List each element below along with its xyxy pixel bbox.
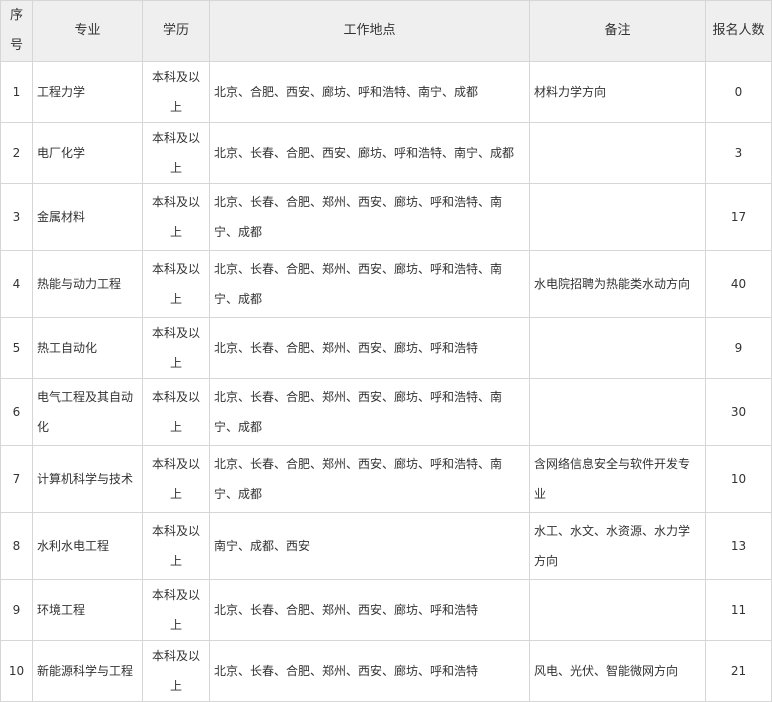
cell-education: 本科及以上 xyxy=(142,183,210,251)
cell-note: 风电、光伏、智能微网方向 xyxy=(529,640,706,702)
header-no: 序号 xyxy=(0,0,33,62)
cell-education: 本科及以上 xyxy=(142,512,210,580)
table-row: 7 计算机科学与技术 本科及以上 北京、长春、合肥、郑州、西安、廊坊、呼和浩特、… xyxy=(0,445,772,513)
cell-note xyxy=(529,317,706,379)
cell-major: 电气工程及其自动化 xyxy=(32,378,143,446)
cell-location: 北京、长春、合肥、郑州、西安、廊坊、呼和浩特 xyxy=(209,640,530,702)
header-education: 学历 xyxy=(142,0,210,62)
cell-no: 6 xyxy=(0,378,33,446)
cell-no: 7 xyxy=(0,445,33,513)
cell-note xyxy=(529,579,706,641)
cell-major: 电厂化学 xyxy=(32,122,143,184)
table-row: 3 金属材料 本科及以上 北京、长春、合肥、郑州、西安、廊坊、呼和浩特、南宁、成… xyxy=(0,183,772,251)
cell-location: 南宁、成都、西安 xyxy=(209,512,530,580)
table-body: 1 工程力学 本科及以上 北京、合肥、西安、廊坊、呼和浩特、南宁、成都 材料力学… xyxy=(0,61,772,702)
cell-education: 本科及以上 xyxy=(142,579,210,641)
cell-no: 8 xyxy=(0,512,33,580)
header-row: 序号 专业 学历 工作地点 备注 报名人数 xyxy=(0,0,772,62)
table-row: 8 水利水电工程 本科及以上 南宁、成都、西安 水工、水文、水资源、水力学方向 … xyxy=(0,512,772,580)
table-row: 10 新能源科学与工程 本科及以上 北京、长春、合肥、郑州、西安、廊坊、呼和浩特… xyxy=(0,640,772,702)
cell-location: 北京、合肥、西安、廊坊、呼和浩特、南宁、成都 xyxy=(209,61,530,123)
table-header: 序号 专业 学历 工作地点 备注 报名人数 xyxy=(0,0,772,62)
cell-count: 30 xyxy=(705,378,772,446)
cell-major: 水利水电工程 xyxy=(32,512,143,580)
recruitment-table: 序号 专业 学历 工作地点 备注 报名人数 1 工程力学 本科及以上 北京、合肥… xyxy=(0,0,772,702)
cell-education: 本科及以上 xyxy=(142,61,210,123)
cell-location: 北京、长春、合肥、郑州、西安、廊坊、呼和浩特 xyxy=(209,317,530,379)
cell-major: 工程力学 xyxy=(32,61,143,123)
cell-count: 13 xyxy=(705,512,772,580)
cell-education: 本科及以上 xyxy=(142,122,210,184)
cell-location: 北京、长春、合肥、郑州、西安、廊坊、呼和浩特、南宁、成都 xyxy=(209,445,530,513)
cell-no: 5 xyxy=(0,317,33,379)
cell-education: 本科及以上 xyxy=(142,250,210,318)
cell-no: 4 xyxy=(0,250,33,318)
cell-education: 本科及以上 xyxy=(142,317,210,379)
cell-location: 北京、长春、合肥、郑州、西安、廊坊、呼和浩特、南宁、成都 xyxy=(209,378,530,446)
table-row: 4 热能与动力工程 本科及以上 北京、长春、合肥、郑州、西安、廊坊、呼和浩特、南… xyxy=(0,250,772,318)
table-row: 1 工程力学 本科及以上 北京、合肥、西安、廊坊、呼和浩特、南宁、成都 材料力学… xyxy=(0,61,772,123)
cell-count: 40 xyxy=(705,250,772,318)
header-note: 备注 xyxy=(529,0,706,62)
cell-major: 环境工程 xyxy=(32,579,143,641)
cell-education: 本科及以上 xyxy=(142,445,210,513)
header-count: 报名人数 xyxy=(705,0,772,62)
cell-education: 本科及以上 xyxy=(142,640,210,702)
cell-major: 热工自动化 xyxy=(32,317,143,379)
cell-note xyxy=(529,122,706,184)
cell-major: 热能与动力工程 xyxy=(32,250,143,318)
table-row: 9 环境工程 本科及以上 北京、长春、合肥、郑州、西安、廊坊、呼和浩特 11 xyxy=(0,579,772,641)
header-major: 专业 xyxy=(32,0,143,62)
cell-no: 9 xyxy=(0,579,33,641)
cell-education: 本科及以上 xyxy=(142,378,210,446)
cell-note xyxy=(529,378,706,446)
cell-note: 水工、水文、水资源、水力学方向 xyxy=(529,512,706,580)
table-row: 6 电气工程及其自动化 本科及以上 北京、长春、合肥、郑州、西安、廊坊、呼和浩特… xyxy=(0,378,772,446)
cell-count: 9 xyxy=(705,317,772,379)
cell-major: 金属材料 xyxy=(32,183,143,251)
cell-note: 水电院招聘为热能类水动方向 xyxy=(529,250,706,318)
cell-major: 计算机科学与技术 xyxy=(32,445,143,513)
cell-count: 0 xyxy=(705,61,772,123)
cell-no: 10 xyxy=(0,640,33,702)
cell-note: 含网络信息安全与软件开发专业 xyxy=(529,445,706,513)
cell-no: 3 xyxy=(0,183,33,251)
cell-count: 11 xyxy=(705,579,772,641)
cell-location: 北京、长春、合肥、郑州、西安、廊坊、呼和浩特、南宁、成都 xyxy=(209,183,530,251)
cell-no: 1 xyxy=(0,61,33,123)
cell-count: 10 xyxy=(705,445,772,513)
cell-count: 3 xyxy=(705,122,772,184)
cell-note: 材料力学方向 xyxy=(529,61,706,123)
cell-count: 21 xyxy=(705,640,772,702)
header-location: 工作地点 xyxy=(209,0,530,62)
cell-no: 2 xyxy=(0,122,33,184)
cell-location: 北京、长春、合肥、郑州、西安、廊坊、呼和浩特、南宁、成都 xyxy=(209,250,530,318)
cell-location: 北京、长春、合肥、郑州、西安、廊坊、呼和浩特 xyxy=(209,579,530,641)
cell-note xyxy=(529,183,706,251)
cell-location: 北京、长春、合肥、西安、廊坊、呼和浩特、南宁、成都 xyxy=(209,122,530,184)
cell-count: 17 xyxy=(705,183,772,251)
cell-major: 新能源科学与工程 xyxy=(32,640,143,702)
table-row: 2 电厂化学 本科及以上 北京、长春、合肥、西安、廊坊、呼和浩特、南宁、成都 3 xyxy=(0,122,772,184)
table-row: 5 热工自动化 本科及以上 北京、长春、合肥、郑州、西安、廊坊、呼和浩特 9 xyxy=(0,317,772,379)
